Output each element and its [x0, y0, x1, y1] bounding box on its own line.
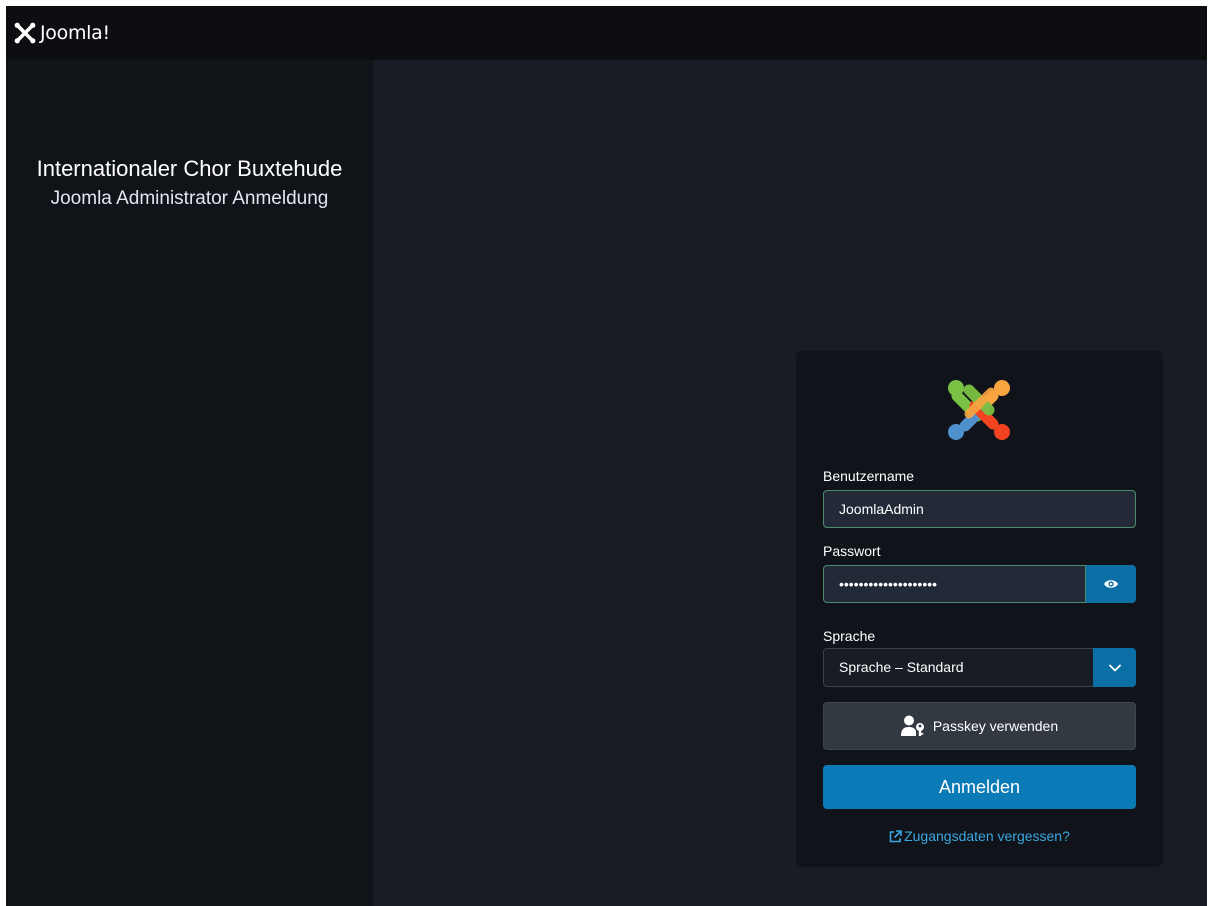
language-selected-value: Sprache – Standard — [839, 659, 964, 675]
passkey-button-label: Passkey verwenden — [932, 718, 1059, 734]
login-card: Benutzername JoomlaAdmin Passwort ••••••… — [796, 351, 1163, 867]
password-label: Passwort — [823, 543, 881, 559]
password-input[interactable]: •••••••••••••••••••• — [823, 565, 1086, 603]
joomla-logo-icon — [945, 376, 1013, 444]
brand-name: Joomla! — [40, 22, 110, 44]
username-input[interactable]: JoomlaAdmin — [823, 490, 1136, 528]
passkey-button[interactable]: Passkey verwenden — [823, 702, 1136, 750]
joomla-color-logo-icon — [948, 380, 1010, 440]
login-button[interactable]: Anmelden — [823, 765, 1136, 809]
eye-icon — [1104, 580, 1118, 588]
app-frame: Joomla! Internationaler Chor Buxtehude J… — [6, 6, 1207, 906]
joomla-logo-icon — [14, 22, 36, 44]
username-label: Benutzername — [823, 468, 915, 484]
forgot-credentials-link[interactable]: Zugangsdaten vergessen? — [796, 828, 1163, 844]
language-select[interactable]: Sprache – Standard — [823, 648, 1136, 687]
external-link-icon — [889, 830, 902, 843]
page-title: Joomla Administrator Anmeldung — [50, 188, 329, 209]
show-password-button[interactable] — [1086, 565, 1136, 603]
user-key-icon — [900, 715, 924, 736]
language-label: Sprache — [823, 628, 876, 644]
header-bar: Joomla! — [6, 6, 1207, 60]
sidebar: Internationaler Chor Buxtehude Joomla Ad… — [6, 60, 373, 906]
brand-link[interactable]: Joomla! — [14, 15, 110, 51]
forgot-link-label: Zugangsdaten vergessen? — [904, 828, 1070, 844]
site-name: Internationaler Chor Buxtehude — [36, 156, 343, 181]
chevron-down-icon[interactable] — [1093, 648, 1136, 687]
